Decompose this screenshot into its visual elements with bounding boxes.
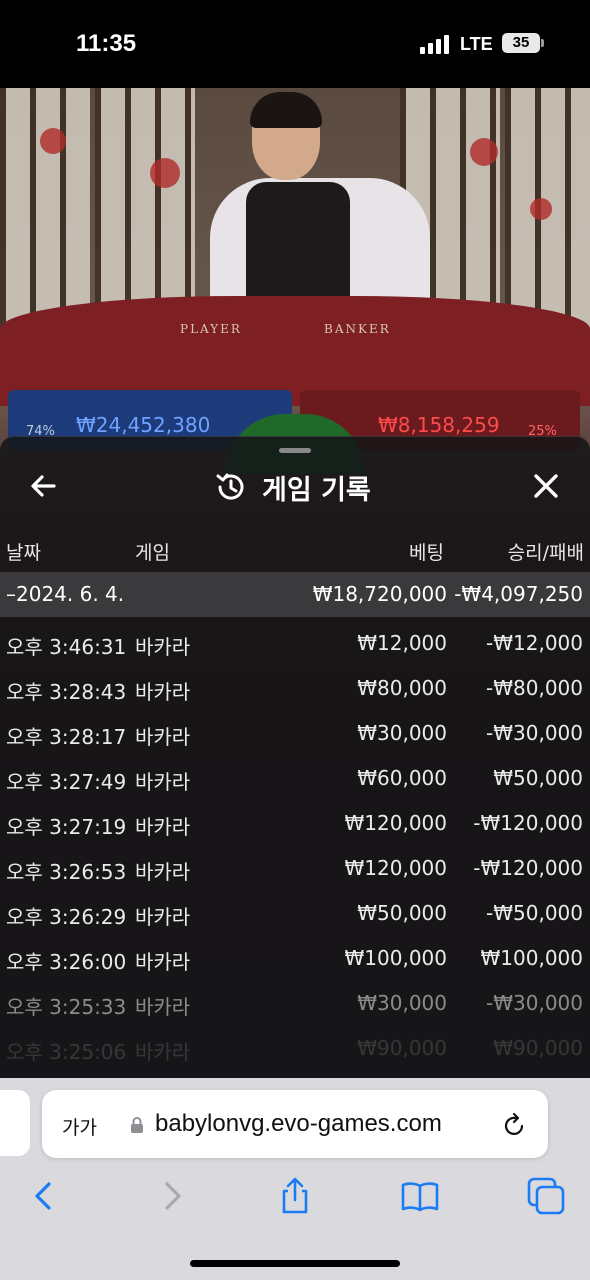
row-bet: ₩80,000 [357, 676, 447, 700]
status-bar: 11:35 LTE 35 [0, 0, 590, 88]
row-time: 오후 3:27:49 [6, 770, 127, 794]
player-total: ₩24,452,380 [76, 413, 211, 437]
day-date: –2024. 6. 4. [6, 582, 125, 606]
row-time: 오후 3:46:31 [6, 635, 127, 659]
player-area-label: PLAYER [180, 322, 242, 336]
row-result: -₩30,000 [486, 721, 583, 745]
chevron-right-icon[interactable] [152, 1176, 192, 1216]
banker-area-label: BANKER [324, 322, 391, 336]
row-game: 바카라 [135, 725, 191, 749]
column-header-date: 날짜 [6, 542, 41, 564]
history-row[interactable]: 오후 3:27:49 바카라 ₩60,000 ₩50,000 [0, 757, 590, 802]
banker-total: ₩8,158,259 [378, 413, 500, 437]
row-bet: ₩90,000 [357, 1036, 447, 1060]
row-time: 오후 3:26:00 [6, 950, 127, 974]
history-row[interactable]: 오후 3:26:00 바카라 ₩100,000 ₩100,000 [0, 937, 590, 982]
row-bet: ₩50,000 [357, 901, 447, 925]
history-row[interactable]: 오후 3:28:43 바카라 ₩80,000 -₩80,000 [0, 667, 590, 712]
history-row[interactable]: 오후 3:26:53 바카라 ₩120,000 -₩120,000 [0, 847, 590, 892]
battery-icon: 35 [502, 33, 544, 53]
column-header-game: 게임 [135, 542, 170, 564]
row-bet: ₩120,000 [344, 811, 447, 835]
decor-blossom [40, 128, 66, 154]
row-result: -₩80,000 [486, 676, 583, 700]
row-bet: ₩120,000 [344, 856, 447, 880]
home-indicator[interactable] [190, 1260, 400, 1267]
row-time: 오후 3:25:06 [6, 1040, 127, 1064]
url-text[interactable]: babylonvg.evo-games.com [155, 1110, 442, 1138]
row-game: 바카라 [135, 995, 191, 1019]
row-time: 오후 3:28:43 [6, 680, 127, 704]
row-result: -₩120,000 [473, 811, 583, 835]
row-result: ₩100,000 [480, 946, 583, 970]
close-icon [534, 474, 558, 498]
history-row[interactable]: 오후 3:28:17 바카라 ₩30,000 -₩30,000 [0, 712, 590, 757]
day-total-bet: ₩18,720,000 [312, 582, 447, 606]
history-row[interactable]: 오후 3:26:29 바카라 ₩50,000 -₩50,000 [0, 892, 590, 937]
status-time: 11:35 [76, 30, 137, 57]
chevron-left-icon[interactable] [24, 1176, 64, 1216]
back-button[interactable] [24, 466, 64, 506]
book-icon[interactable] [400, 1176, 440, 1216]
dealer-hair [250, 92, 322, 128]
row-game: 바카라 [135, 815, 191, 839]
decor-blossom [470, 138, 498, 166]
row-time: 오후 3:28:17 [6, 725, 127, 749]
text-size-button[interactable]: 가가 [62, 1113, 97, 1140]
row-bet: ₩30,000 [357, 991, 447, 1015]
row-game: 바카라 [135, 680, 191, 704]
history-list: 오후 3:46:31 바카라 ₩12,000 -₩12,000 오후 3:28:… [0, 622, 590, 1072]
share-icon[interactable] [275, 1176, 315, 1216]
lock-icon [131, 1117, 143, 1133]
row-result: -₩120,000 [473, 856, 583, 880]
row-game: 바카라 [135, 770, 191, 794]
sheet-title: 게임 기록 [262, 475, 371, 506]
row-result: ₩50,000 [493, 766, 583, 790]
sheet-grabber[interactable] [279, 448, 311, 453]
row-result: ₩90,000 [493, 1036, 583, 1060]
row-result: -₩12,000 [486, 631, 583, 655]
history-row[interactable]: 오후 3:25:06 바카라 ₩90,000 ₩90,000 [0, 1027, 590, 1072]
arrow-left-icon [31, 475, 56, 497]
decor-blossom [530, 198, 552, 220]
row-game: 바카라 [135, 1040, 191, 1064]
history-row[interactable]: 오후 3:25:33 바카라 ₩30,000 -₩30,000 [0, 982, 590, 1027]
tabs-icon[interactable] [526, 1176, 566, 1216]
history-row[interactable]: 오후 3:46:31 바카라 ₩12,000 -₩12,000 [0, 622, 590, 667]
row-result: -₩30,000 [486, 991, 583, 1015]
row-result: -₩50,000 [486, 901, 583, 925]
row-game: 바카라 [135, 905, 191, 929]
close-button[interactable] [524, 464, 568, 508]
history-icon [216, 473, 244, 500]
row-time: 오후 3:27:19 [6, 815, 127, 839]
row-bet: ₩100,000 [344, 946, 447, 970]
row-bet: ₩30,000 [357, 721, 447, 745]
network-type: LTE [460, 34, 493, 54]
row-time: 오후 3:26:53 [6, 860, 127, 884]
row-time: 오후 3:25:33 [6, 995, 127, 1019]
row-game: 바카라 [135, 950, 191, 974]
reload-icon[interactable] [502, 1112, 526, 1138]
column-header-bet: 베팅 [409, 542, 444, 564]
row-bet: ₩60,000 [357, 766, 447, 790]
row-game: 바카라 [135, 860, 191, 884]
row-time: 오후 3:26:29 [6, 905, 127, 929]
row-game: 바카라 [135, 635, 191, 659]
previous-tab-preview[interactable] [0, 1090, 30, 1156]
column-header-result: 승리/패배 [507, 542, 584, 564]
history-row[interactable]: 오후 3:27:19 바카라 ₩120,000 -₩120,000 [0, 802, 590, 847]
row-bet: ₩12,000 [357, 631, 447, 655]
signal-icon [420, 34, 452, 54]
day-summary-row[interactable]: –2024. 6. 4. ₩18,720,000 -₩4,097,250 [0, 572, 590, 617]
decor-blossom [150, 158, 180, 188]
day-total-result: -₩4,097,250 [454, 582, 583, 606]
